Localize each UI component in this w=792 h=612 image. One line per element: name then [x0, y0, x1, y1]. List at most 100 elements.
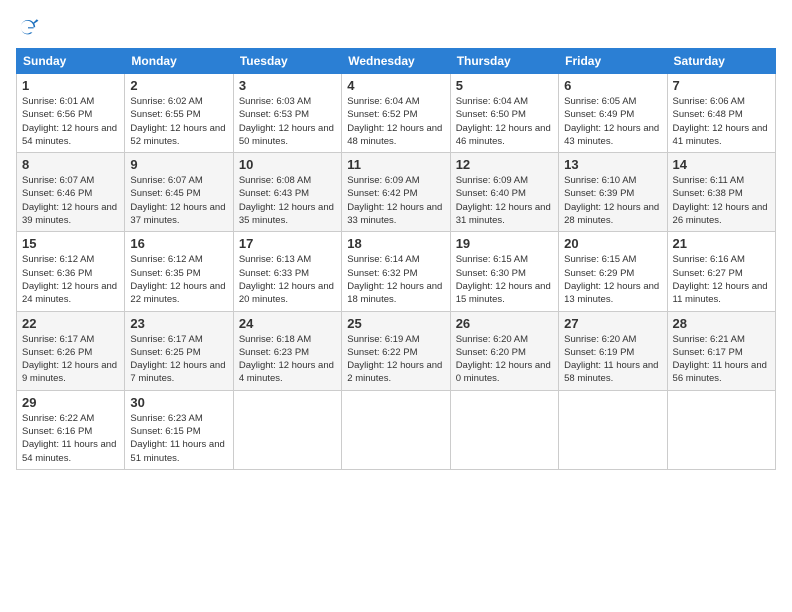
- calendar-cell: 13 Sunrise: 6:10 AMSunset: 6:39 PMDayligh…: [559, 153, 667, 232]
- day-info: Sunrise: 6:09 AMSunset: 6:40 PMDaylight:…: [456, 174, 553, 227]
- day-number: 23: [130, 316, 227, 331]
- calendar-cell: [559, 390, 667, 469]
- day-info: Sunrise: 6:01 AMSunset: 6:56 PMDaylight:…: [22, 95, 119, 148]
- calendar-cell: 23 Sunrise: 6:17 AMSunset: 6:25 PMDayligh…: [125, 311, 233, 390]
- day-info: Sunrise: 6:09 AMSunset: 6:42 PMDaylight:…: [347, 174, 444, 227]
- day-number: 16: [130, 236, 227, 251]
- day-number: 26: [456, 316, 553, 331]
- day-info: Sunrise: 6:21 AMSunset: 6:17 PMDaylight:…: [673, 333, 770, 386]
- weekday-header: Tuesday: [233, 49, 341, 74]
- day-number: 15: [22, 236, 119, 251]
- calendar-table: SundayMondayTuesdayWednesdayThursdayFrid…: [16, 48, 776, 470]
- calendar-header-row: SundayMondayTuesdayWednesdayThursdayFrid…: [17, 49, 776, 74]
- day-number: 6: [564, 78, 661, 93]
- day-number: 7: [673, 78, 770, 93]
- calendar-cell: [450, 390, 558, 469]
- day-info: Sunrise: 6:02 AMSunset: 6:55 PMDaylight:…: [130, 95, 227, 148]
- day-info: Sunrise: 6:08 AMSunset: 6:43 PMDaylight:…: [239, 174, 336, 227]
- day-number: 14: [673, 157, 770, 172]
- day-number: 3: [239, 78, 336, 93]
- day-number: 5: [456, 78, 553, 93]
- day-info: Sunrise: 6:04 AMSunset: 6:50 PMDaylight:…: [456, 95, 553, 148]
- weekday-header: Monday: [125, 49, 233, 74]
- weekday-header: Wednesday: [342, 49, 450, 74]
- logo-icon: [16, 16, 40, 40]
- calendar-cell: 19 Sunrise: 6:15 AMSunset: 6:30 PMDayligh…: [450, 232, 558, 311]
- day-number: 21: [673, 236, 770, 251]
- calendar-week-row: 1 Sunrise: 6:01 AMSunset: 6:56 PMDaylight…: [17, 74, 776, 153]
- calendar-cell: 2 Sunrise: 6:02 AMSunset: 6:55 PMDaylight…: [125, 74, 233, 153]
- day-number: 24: [239, 316, 336, 331]
- calendar-week-row: 8 Sunrise: 6:07 AMSunset: 6:46 PMDaylight…: [17, 153, 776, 232]
- day-number: 8: [22, 157, 119, 172]
- calendar-cell: 4 Sunrise: 6:04 AMSunset: 6:52 PMDaylight…: [342, 74, 450, 153]
- calendar-cell: 9 Sunrise: 6:07 AMSunset: 6:45 PMDaylight…: [125, 153, 233, 232]
- day-info: Sunrise: 6:22 AMSunset: 6:16 PMDaylight:…: [22, 412, 119, 465]
- calendar-cell: 16 Sunrise: 6:12 AMSunset: 6:35 PMDayligh…: [125, 232, 233, 311]
- calendar-cell: 25Sunrise: 6:19 AMSunset: 6:22 PMDayligh…: [342, 311, 450, 390]
- day-info: Sunrise: 6:12 AMSunset: 6:36 PMDaylight:…: [22, 253, 119, 306]
- day-info: Sunrise: 6:18 AMSunset: 6:23 PMDaylight:…: [239, 333, 336, 386]
- day-number: 9: [130, 157, 227, 172]
- weekday-header: Sunday: [17, 49, 125, 74]
- calendar-cell: 21Sunrise: 6:16 AMSunset: 6:27 PMDayligh…: [667, 232, 775, 311]
- calendar-cell: 3 Sunrise: 6:03 AMSunset: 6:53 PMDaylight…: [233, 74, 341, 153]
- day-info: Sunrise: 6:15 AMSunset: 6:29 PMDaylight:…: [564, 253, 661, 306]
- calendar-cell: 8 Sunrise: 6:07 AMSunset: 6:46 PMDaylight…: [17, 153, 125, 232]
- day-info: Sunrise: 6:04 AMSunset: 6:52 PMDaylight:…: [347, 95, 444, 148]
- calendar-cell: 30Sunrise: 6:23 AMSunset: 6:15 PMDayligh…: [125, 390, 233, 469]
- day-number: 2: [130, 78, 227, 93]
- day-info: Sunrise: 6:11 AMSunset: 6:38 PMDaylight:…: [673, 174, 770, 227]
- day-number: 19: [456, 236, 553, 251]
- day-number: 10: [239, 157, 336, 172]
- day-number: 18: [347, 236, 444, 251]
- weekday-header: Saturday: [667, 49, 775, 74]
- calendar-week-row: 22 Sunrise: 6:17 AMSunset: 6:26 PMDayligh…: [17, 311, 776, 390]
- day-info: Sunrise: 6:05 AMSunset: 6:49 PMDaylight:…: [564, 95, 661, 148]
- day-info: Sunrise: 6:15 AMSunset: 6:30 PMDaylight:…: [456, 253, 553, 306]
- calendar-cell: 20Sunrise: 6:15 AMSunset: 6:29 PMDayligh…: [559, 232, 667, 311]
- day-info: Sunrise: 6:12 AMSunset: 6:35 PMDaylight:…: [130, 253, 227, 306]
- day-number: 22: [22, 316, 119, 331]
- day-info: Sunrise: 6:06 AMSunset: 6:48 PMDaylight:…: [673, 95, 770, 148]
- calendar-cell: 22 Sunrise: 6:17 AMSunset: 6:26 PMDayligh…: [17, 311, 125, 390]
- calendar-cell: 27Sunrise: 6:20 AMSunset: 6:19 PMDayligh…: [559, 311, 667, 390]
- day-number: 12: [456, 157, 553, 172]
- calendar-cell: 7 Sunrise: 6:06 AMSunset: 6:48 PMDaylight…: [667, 74, 775, 153]
- calendar-cell: 17Sunrise: 6:13 AMSunset: 6:33 PMDayligh…: [233, 232, 341, 311]
- calendar-cell: 28 Sunrise: 6:21 AMSunset: 6:17 PMDayligh…: [667, 311, 775, 390]
- weekday-header: Friday: [559, 49, 667, 74]
- weekday-header: Thursday: [450, 49, 558, 74]
- calendar-cell: [233, 390, 341, 469]
- day-number: 13: [564, 157, 661, 172]
- calendar-cell: 10 Sunrise: 6:08 AMSunset: 6:43 PMDayligh…: [233, 153, 341, 232]
- day-info: Sunrise: 6:20 AMSunset: 6:20 PMDaylight:…: [456, 333, 553, 386]
- day-number: 1: [22, 78, 119, 93]
- calendar-cell: 18Sunrise: 6:14 AMSunset: 6:32 PMDayligh…: [342, 232, 450, 311]
- day-info: Sunrise: 6:13 AMSunset: 6:33 PMDaylight:…: [239, 253, 336, 306]
- day-info: Sunrise: 6:03 AMSunset: 6:53 PMDaylight:…: [239, 95, 336, 148]
- calendar-cell: 24 Sunrise: 6:18 AMSunset: 6:23 PMDayligh…: [233, 311, 341, 390]
- calendar-cell: 5 Sunrise: 6:04 AMSunset: 6:50 PMDaylight…: [450, 74, 558, 153]
- calendar-cell: 15 Sunrise: 6:12 AMSunset: 6:36 PMDayligh…: [17, 232, 125, 311]
- day-info: Sunrise: 6:17 AMSunset: 6:26 PMDaylight:…: [22, 333, 119, 386]
- calendar-cell: 29Sunrise: 6:22 AMSunset: 6:16 PMDayligh…: [17, 390, 125, 469]
- day-info: Sunrise: 6:07 AMSunset: 6:45 PMDaylight:…: [130, 174, 227, 227]
- day-number: 11: [347, 157, 444, 172]
- day-info: Sunrise: 6:07 AMSunset: 6:46 PMDaylight:…: [22, 174, 119, 227]
- day-number: 30: [130, 395, 227, 410]
- day-info: Sunrise: 6:19 AMSunset: 6:22 PMDaylight:…: [347, 333, 444, 386]
- calendar-cell: 14 Sunrise: 6:11 AMSunset: 6:38 PMDayligh…: [667, 153, 775, 232]
- day-info: Sunrise: 6:10 AMSunset: 6:39 PMDaylight:…: [564, 174, 661, 227]
- calendar-week-row: 29Sunrise: 6:22 AMSunset: 6:16 PMDayligh…: [17, 390, 776, 469]
- calendar-cell: [342, 390, 450, 469]
- day-number: 28: [673, 316, 770, 331]
- calendar-week-row: 15 Sunrise: 6:12 AMSunset: 6:36 PMDayligh…: [17, 232, 776, 311]
- day-info: Sunrise: 6:17 AMSunset: 6:25 PMDaylight:…: [130, 333, 227, 386]
- calendar-cell: 1 Sunrise: 6:01 AMSunset: 6:56 PMDaylight…: [17, 74, 125, 153]
- day-number: 4: [347, 78, 444, 93]
- calendar-cell: 6 Sunrise: 6:05 AMSunset: 6:49 PMDaylight…: [559, 74, 667, 153]
- calendar-cell: [667, 390, 775, 469]
- calendar-cell: 12 Sunrise: 6:09 AMSunset: 6:40 PMDayligh…: [450, 153, 558, 232]
- calendar-cell: 11 Sunrise: 6:09 AMSunset: 6:42 PMDayligh…: [342, 153, 450, 232]
